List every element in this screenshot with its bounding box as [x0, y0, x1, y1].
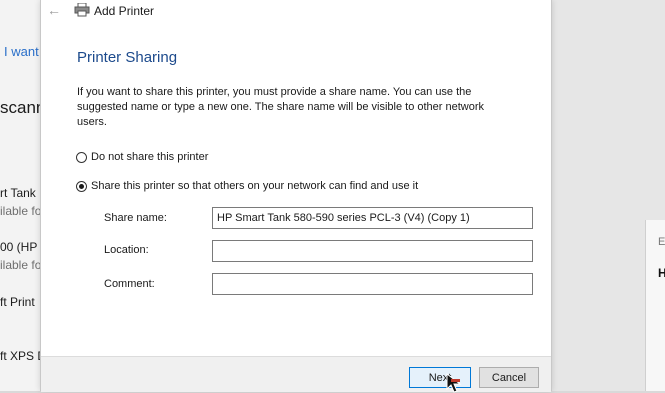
- comment-label: Comment:: [104, 278, 155, 290]
- background-item-fragment[interactable]: ft Print: [0, 295, 35, 309]
- background-item-fragment[interactable]: rt Tank: [0, 186, 36, 200]
- background-link-fragment[interactable]: I want: [4, 44, 39, 59]
- background-heading-fragment: scann: [0, 98, 46, 117]
- back-arrow-icon[interactable]: ←: [47, 2, 61, 18]
- location-label: Location:: [104, 244, 149, 256]
- printer-icon: [74, 3, 90, 17]
- location-input[interactable]: [212, 240, 533, 262]
- comment-input[interactable]: [212, 273, 533, 295]
- background-panel-fragment: E: [658, 236, 665, 248]
- share-name-input[interactable]: [212, 207, 533, 229]
- mouse-cursor-icon: [446, 373, 462, 393]
- background-subtext-fragment: ilable fo: [0, 204, 42, 218]
- add-printer-dialog: ← Add Printer Printer Sharing If you wan…: [40, 0, 552, 393]
- cancel-button[interactable]: Cancel: [479, 367, 539, 388]
- page-heading: Printer Sharing: [77, 49, 178, 66]
- share-printer-label: Share this printer so that others on you…: [91, 180, 419, 192]
- dialog-titlebar: ← Add Printer: [41, 0, 551, 22]
- do-not-share-label: Do not share this printer: [91, 151, 209, 163]
- do-not-share-option[interactable]: Do not share this printer: [76, 151, 208, 163]
- background-side-panel: E H: [645, 220, 665, 391]
- dialog-footer: Next Cancel: [41, 356, 551, 393]
- share-printer-option[interactable]: Share this printer so that others on you…: [76, 180, 418, 192]
- do-not-share-radio[interactable]: [76, 151, 87, 163]
- background-right-area: E H: [550, 0, 665, 391]
- background-subtext-fragment: ilable fo: [0, 258, 42, 272]
- page-description: If you want to share this printer, you m…: [77, 86, 485, 128]
- share-name-label: Share name:: [104, 212, 167, 224]
- share-printer-radio[interactable]: [76, 180, 87, 192]
- background-panel-fragment: H: [658, 266, 665, 280]
- dialog-title: Add Printer: [94, 4, 155, 18]
